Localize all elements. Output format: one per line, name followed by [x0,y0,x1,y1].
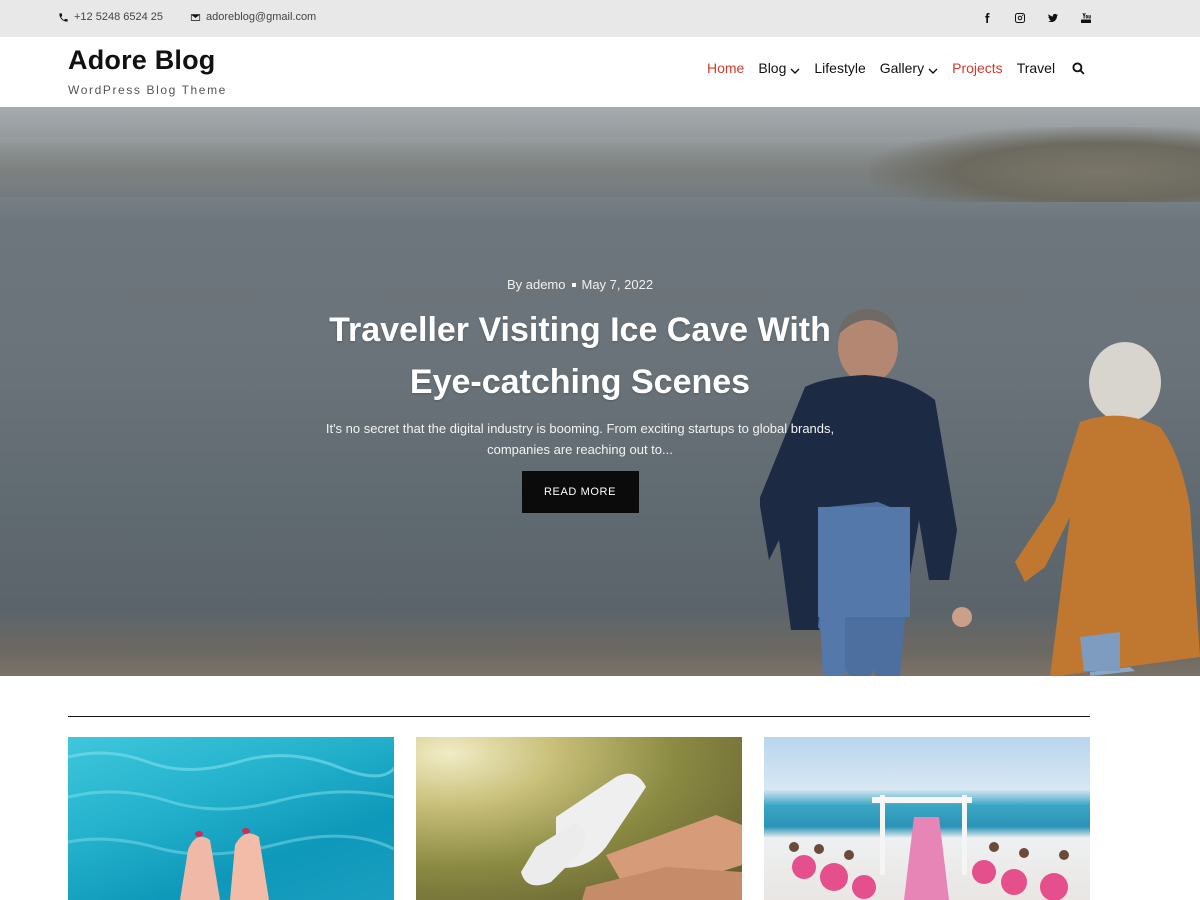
chevron-down-icon [928,63,938,74]
nav-item-gallery[interactable]: Gallery [880,60,938,76]
hero-shoreline [870,127,1200,202]
twitter-icon[interactable] [1046,10,1059,25]
meta-separator [571,282,576,287]
email-address: adoreblog@gmail.com [206,11,317,23]
instagram-icon[interactable] [1013,10,1026,25]
envelope-icon [190,13,201,21]
site-header: Adore Blog WordPress Blog Theme Home Blo… [0,37,1200,107]
nav-item-projects[interactable]: Projects [952,60,1003,76]
nav-item-label: Gallery [879,60,925,76]
post-card-image[interactable] [416,737,742,900]
nav-item-blog[interactable]: Blog [758,60,800,76]
section-divider [68,716,1090,717]
main-nav: Home Blog Lifestyle Gallery Projects Tra… [707,60,1055,76]
post-card-image[interactable] [68,737,394,900]
site-tagline: WordPress Blog Theme [68,83,227,97]
read-more-button[interactable]: READ MORE [521,471,639,513]
youtube-icon[interactable] [1079,10,1092,25]
social-links [980,10,1092,25]
email-contact[interactable]: adoreblog@gmail.com [190,11,316,23]
nav-item-label: Projects [952,60,1003,76]
search-icon[interactable] [1072,62,1086,76]
nav-item-label: Lifestyle [814,60,866,76]
facebook-icon[interactable] [980,10,993,25]
top-bar: +12 5248 6524 25 adoreblog@gmail.com [0,0,1200,37]
hero-content: By ademo May 7, 2022 Traveller Visiting … [300,277,860,513]
site-title[interactable]: Adore Blog [68,45,216,76]
phone-contact[interactable]: +12 5248 6524 25 [58,11,163,23]
hero-banner: By ademo May 7, 2022 Traveller Visiting … [0,107,1200,676]
nav-item-label: Travel [1016,60,1056,76]
post-excerpt: It's no secret that the digital industry… [325,421,835,457]
post-author[interactable]: By ademo [507,277,566,292]
nav-item-home[interactable]: Home [707,60,744,76]
post-meta: By ademo May 7, 2022 [300,277,860,292]
nav-item-label: Blog [758,60,787,76]
phone-icon [59,12,68,22]
chevron-down-icon [790,63,800,74]
phone-number: +12 5248 6524 25 [74,11,164,23]
post-card-image[interactable] [764,737,1090,900]
nav-item-travel[interactable]: Travel [1017,60,1055,76]
nav-item-lifestyle[interactable]: Lifestyle [814,60,865,76]
nav-item-label: Home [707,60,745,76]
post-date[interactable]: May 7, 2022 [582,277,654,292]
post-title[interactable]: Traveller Visiting Ice Cave With Eye-cat… [300,304,860,408]
